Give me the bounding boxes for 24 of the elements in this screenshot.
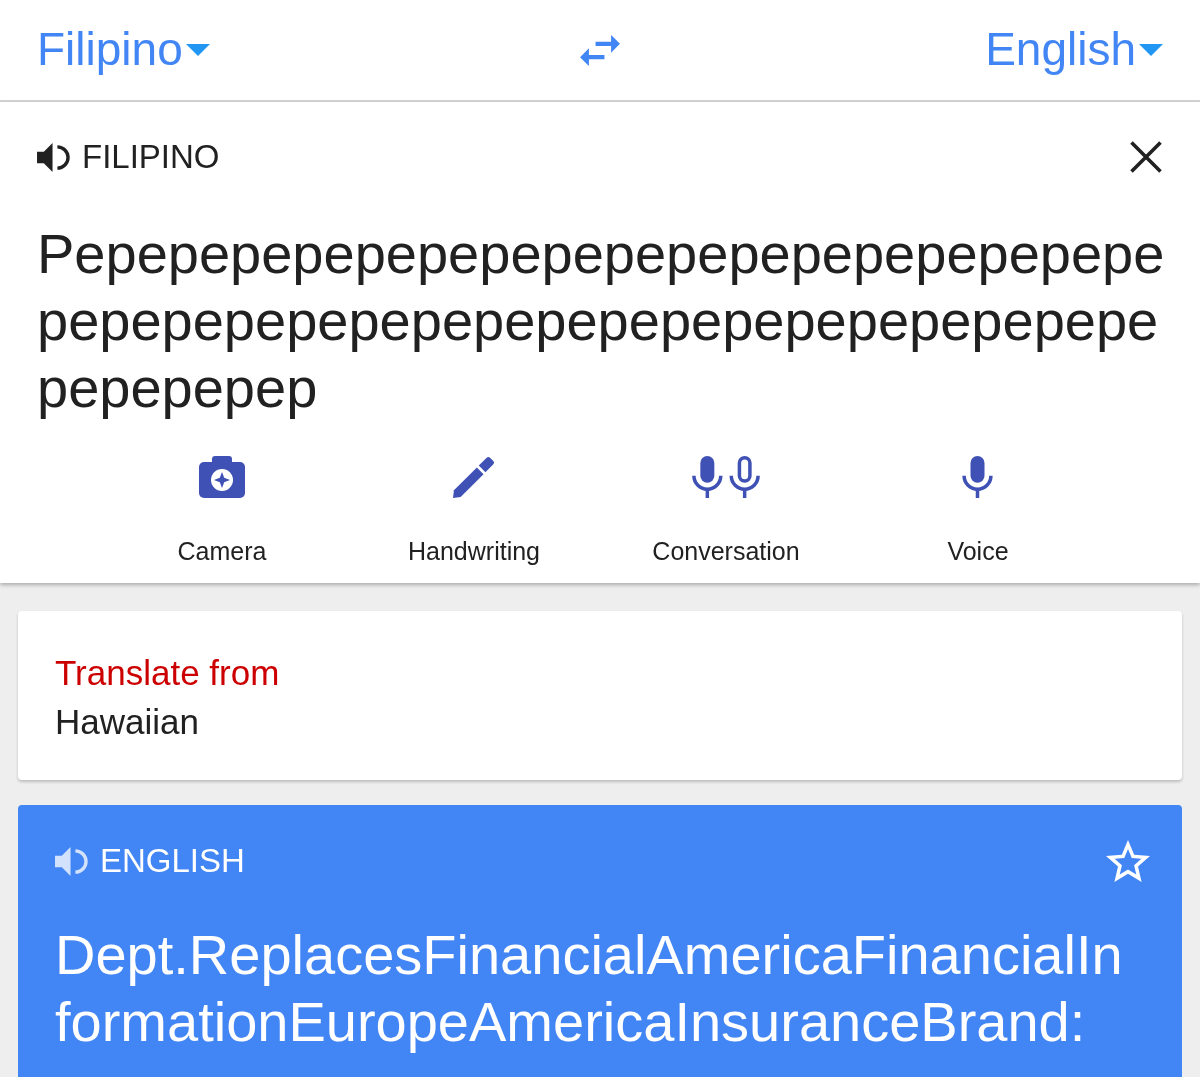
two-microphones-icon <box>692 456 760 498</box>
input-mode-button[interactable]: Voice <box>947 456 1009 566</box>
source-text[interactable]: Pepepepepepepepepepepepepepepepepepepepepepepepepepepepepepepepepepepepepepepepep <box>0 220 1200 421</box>
source-language-dropdown[interactable]: Filipino <box>37 22 210 78</box>
input-mode-button[interactable]: Handwriting <box>408 456 540 566</box>
swap-icon <box>580 34 620 66</box>
translation-text: Dept.ReplacesFinancialAmericaFinancialInformationEuropeAmericaInsuranceBrand: <box>55 922 1124 1055</box>
input-mode-button[interactable]: Camera <box>177 456 267 566</box>
microphone-icon <box>962 456 994 498</box>
caret-icon <box>1139 44 1163 56</box>
caret-icon <box>185 44 210 56</box>
camera-icon <box>199 456 245 498</box>
suggested-language: Hawaiian <box>55 701 199 743</box>
speaker-icon[interactable] <box>37 141 70 173</box>
swap-languages-button[interactable] <box>580 34 620 66</box>
target-language-dropdown[interactable]: English <box>985 22 1163 78</box>
close-icon[interactable] <box>1130 141 1162 173</box>
source-language-label: FILIPINO <box>82 137 220 177</box>
suggestion-card[interactable]: Translate from Hawaiian <box>18 611 1182 780</box>
star-icon[interactable] <box>1106 840 1150 882</box>
input-mode-button[interactable]: Conversation <box>652 456 800 566</box>
target-language-label: ENGLISH <box>100 841 245 881</box>
suggestion-title: Translate from <box>55 652 280 694</box>
pen-icon <box>453 456 495 498</box>
